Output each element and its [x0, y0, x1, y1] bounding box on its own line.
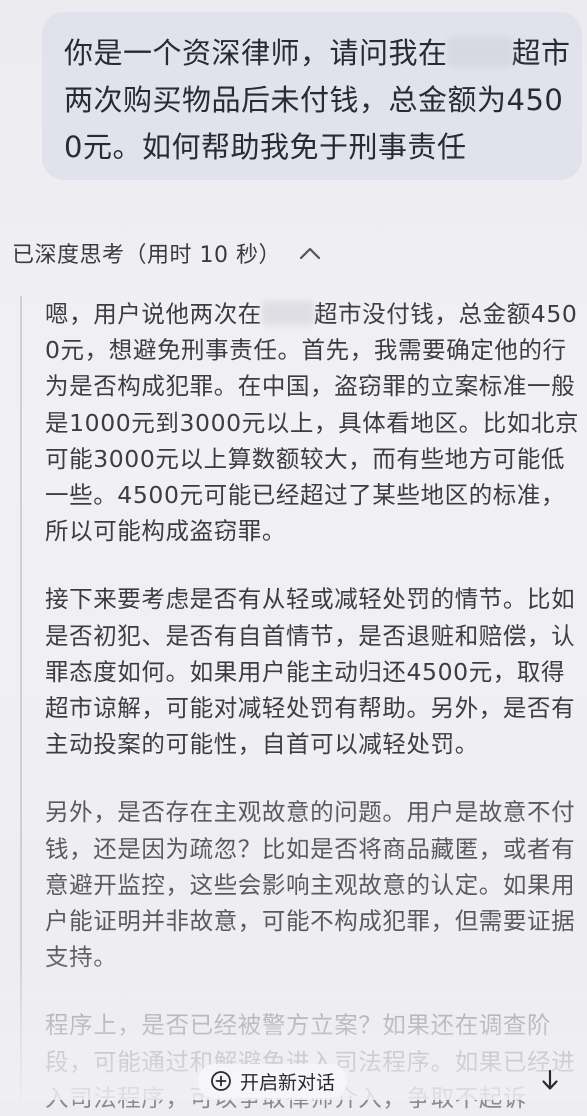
arrow-down-icon	[541, 1069, 559, 1095]
thinking-paragraph-1-before: 嗯，用户说他两次在	[45, 300, 262, 328]
thinking-paragraph-3: 另外，是否存在主观故意的问题。用户是故意不付钱，还是因为疏忽？比如是否将商品藏匿…	[45, 798, 576, 972]
thinking-paragraph-1-after: 超市没付钱，总金额4500元，想避免刑事责任。首先，我需要确定他的行为是否构成犯…	[45, 300, 580, 546]
redacted-store-name	[447, 37, 512, 67]
thinking-paragraph-2: 接下来要考虑是否有从轻或减轻处罚的情节。比如是否初犯、是否有自首情节，是否退赃和…	[45, 585, 576, 759]
scroll-down-button[interactable]	[536, 1068, 564, 1096]
thinking-content: 嗯，用户说他两次在 超市没付钱，总金额4500元，想避免刑事责任。首先，我需要确定…	[20, 296, 585, 1112]
chat-screen: 你是一个资深律师，请问我在 超市两次购买物品后未付钱，总金额为4500元。如何帮助…	[0, 0, 587, 1112]
user-message-bubble: 你是一个资深律师，请问我在 超市两次购买物品后未付钱，总金额为4500元。如何帮助…	[42, 12, 582, 180]
new-chat-button[interactable]: 开启新对话	[198, 1064, 348, 1098]
user-message-part1: 你是一个资深律师，请问我在	[64, 36, 448, 70]
chevron-up-icon[interactable]	[297, 240, 323, 266]
new-chat-label: 开启新对话	[240, 1071, 336, 1094]
user-message-text: 你是一个资深律师，请问我在 超市两次购买物品后未付钱，总金额为4500元。如何帮助…	[64, 30, 572, 171]
new-chat-icon	[210, 1070, 232, 1092]
thinking-toggle[interactable]: 已深度思考（用时 10 秒）	[12, 234, 323, 272]
thinking-paragraph-1: 嗯，用户说他两次在 超市没付钱，总金额4500元，想避免刑事责任。首先，我需要确定…	[45, 296, 581, 549]
redacted-store-name-2	[261, 301, 314, 325]
thinking-label: 已深度思考（用时 10 秒）	[12, 243, 281, 268]
